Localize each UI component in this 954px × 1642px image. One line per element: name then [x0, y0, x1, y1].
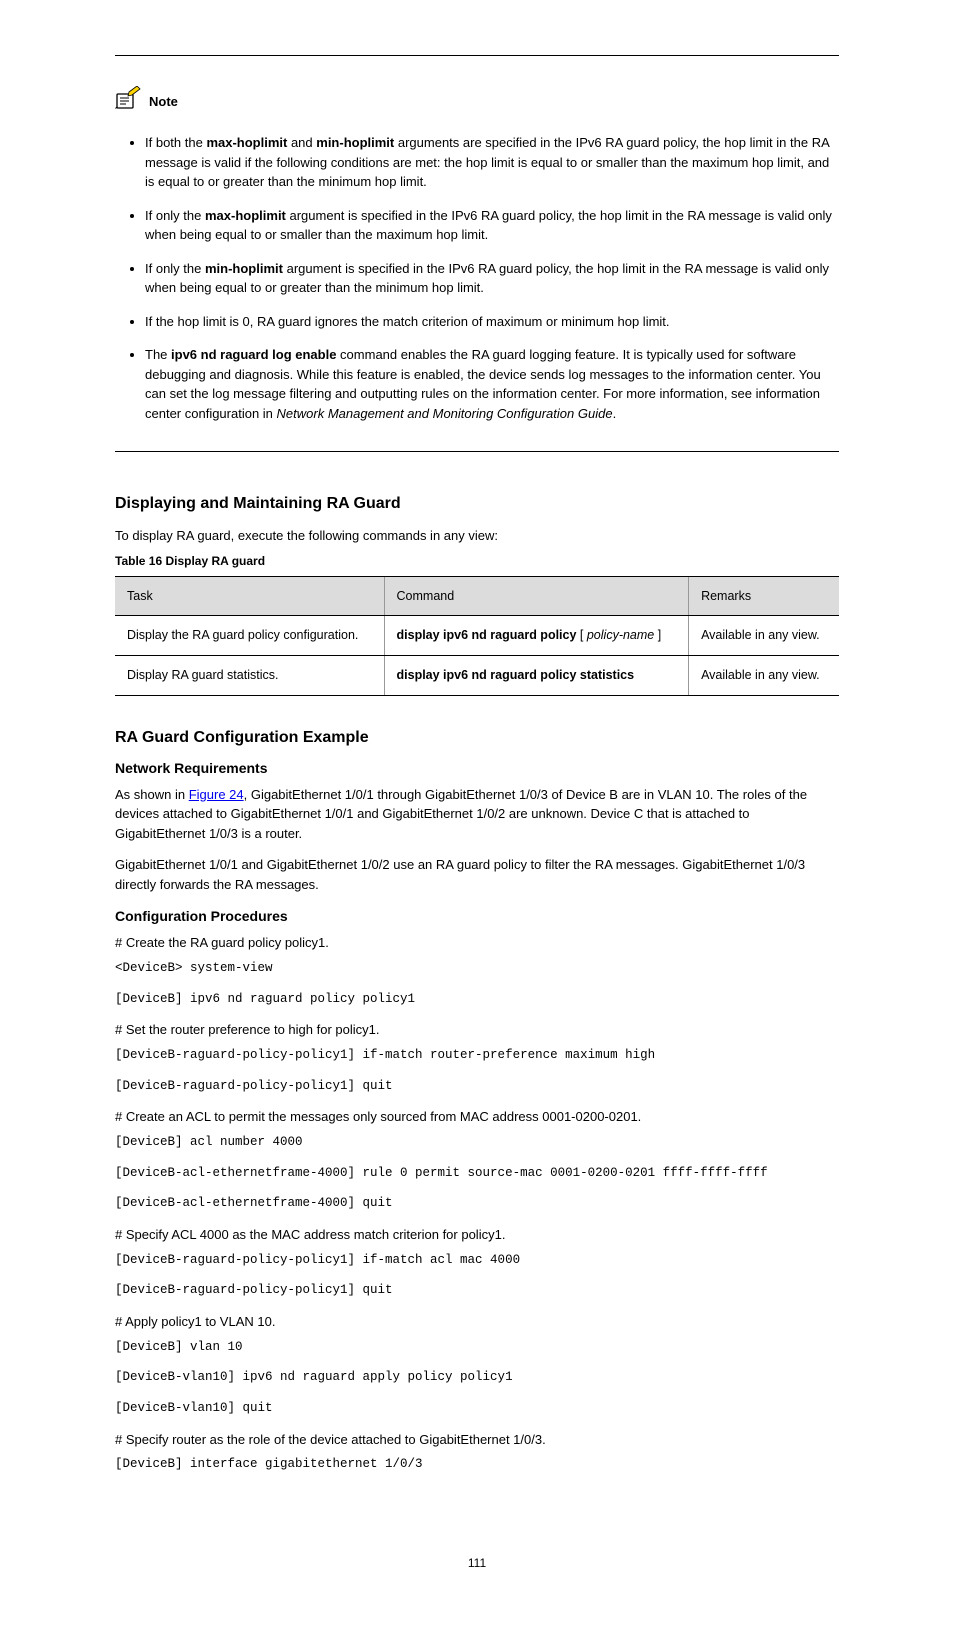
- step-code: [DeviceB-raguard-policy-policy1] quit: [115, 1281, 839, 1300]
- table-row: Display the RA guard policy configuratio…: [115, 616, 839, 656]
- table-cell-task: Display the RA guard policy configuratio…: [115, 616, 384, 656]
- step-code: [DeviceB-acl-ethernetframe-4000] quit: [115, 1194, 839, 1213]
- step-code: [DeviceB-vlan10] ipv6 nd raguard apply p…: [115, 1368, 839, 1387]
- page: Note If both the max-hoplimit and min-ho…: [0, 0, 954, 1642]
- top-separator: [115, 55, 839, 56]
- note-icon: [115, 86, 143, 116]
- section-heading-example: RA Guard Configuration Example: [115, 726, 839, 750]
- step-comment: # Create the RA guard policy policy1.: [115, 933, 839, 953]
- step-code: [DeviceB] ipv6 nd raguard policy policy1: [115, 990, 839, 1009]
- step-comment: # Set the router preference to high for …: [115, 1020, 839, 1040]
- network-req-paragraph: As shown in Figure 24, GigabitEthernet 1…: [115, 785, 839, 844]
- step-code: [DeviceB-raguard-policy-policy1] if-matc…: [115, 1046, 839, 1065]
- page-number: 111: [115, 1554, 839, 1572]
- note-block: Note If both the max-hoplimit and min-ho…: [115, 86, 839, 453]
- note-item: The ipv6 nd raguard log enable command e…: [145, 345, 839, 423]
- note-header: Note: [115, 86, 839, 116]
- step-comment: # Specify router as the role of the devi…: [115, 1430, 839, 1450]
- step-code: [DeviceB-acl-ethernetframe-4000] rule 0 …: [115, 1164, 839, 1183]
- table-cell-remarks: Available in any view.: [689, 656, 839, 696]
- note-list: If both the max-hoplimit and min-hoplimi…: [115, 133, 839, 423]
- step-code: [DeviceB] vlan 10: [115, 1338, 839, 1357]
- note-separator: [115, 451, 839, 452]
- figure-link[interactable]: Figure 24: [189, 787, 244, 802]
- subsection-heading-config-proc: Configuration Procedures: [115, 906, 839, 927]
- step-code: [DeviceB-raguard-policy-policy1] quit: [115, 1077, 839, 1096]
- note-item: If both the max-hoplimit and min-hoplimi…: [145, 133, 839, 192]
- table-header: Command: [384, 576, 689, 616]
- step-comment: # Create an ACL to permit the messages o…: [115, 1107, 839, 1127]
- section-heading-display: Displaying and Maintaining RA Guard: [115, 492, 839, 516]
- table-cell-command: display ipv6 nd raguard policy [ policy-…: [384, 616, 689, 656]
- network-req-paragraph-2: GigabitEthernet 1/0/1 and GigabitEtherne…: [115, 855, 839, 894]
- display-intro: To display RA guard, execute the followi…: [115, 526, 839, 546]
- step-comment: # Specify ACL 4000 as the MAC address ma…: [115, 1225, 839, 1245]
- table-cell-command: display ipv6 nd raguard policy statistic…: [384, 656, 689, 696]
- table-caption: Table 16 Display RA guard: [115, 552, 839, 570]
- table-header: Task: [115, 576, 384, 616]
- config-steps: # Create the RA guard policy policy1. <D…: [115, 933, 839, 1474]
- table-cell-remarks: Available in any view.: [689, 616, 839, 656]
- step-comment: # Apply policy1 to VLAN 10.: [115, 1312, 839, 1332]
- note-label: Note: [149, 92, 178, 112]
- note-item: If only the max-hoplimit argument is spe…: [145, 206, 839, 245]
- display-table: Task Command Remarks Display the RA guar…: [115, 576, 839, 696]
- step-code: [DeviceB-vlan10] quit: [115, 1399, 839, 1418]
- table-row: Display RA guard statistics. display ipv…: [115, 656, 839, 696]
- table-header: Remarks: [689, 576, 839, 616]
- subsection-heading-network-req: Network Requirements: [115, 758, 839, 779]
- step-code: [DeviceB] interface gigabitethernet 1/0/…: [115, 1455, 839, 1474]
- note-item: If only the min-hoplimit argument is spe…: [145, 259, 839, 298]
- table-cell-task: Display RA guard statistics.: [115, 656, 384, 696]
- note-item: If the hop limit is 0, RA guard ignores …: [145, 312, 839, 332]
- step-code: <DeviceB> system-view: [115, 959, 839, 978]
- table-header-row: Task Command Remarks: [115, 576, 839, 616]
- step-code: [DeviceB-raguard-policy-policy1] if-matc…: [115, 1251, 839, 1270]
- step-code: [DeviceB] acl number 4000: [115, 1133, 839, 1152]
